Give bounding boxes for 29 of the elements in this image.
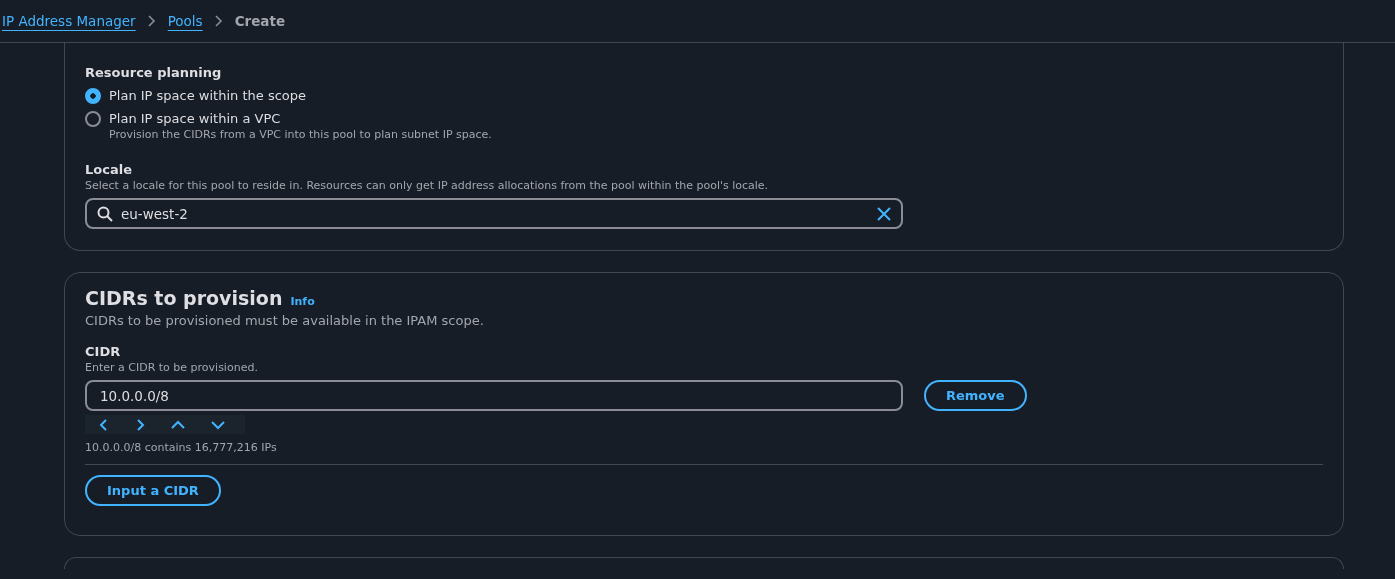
input-cidr-button[interactable]: Input a CIDR: [85, 475, 221, 506]
field-label: Locale: [85, 162, 133, 178]
ip-count-text: 10.0.0.0/8 contains 16,777,216 IPs: [85, 441, 278, 454]
cidr-field[interactable]: 10.0.0.0/8: [85, 380, 903, 411]
chevron-down-icon[interactable]: [211, 419, 225, 430]
field-label: Resource planning: [85, 65, 223, 81]
remove-button[interactable]: Remove: [924, 380, 1027, 411]
search-field[interactable]: eu-west-2: [85, 198, 903, 229]
radio-label[interactable]: Plan IP space within the scope: [109, 87, 307, 104]
section-title: CIDRs to provision: [85, 287, 283, 309]
chevron-left-icon[interactable]: [99, 418, 109, 431]
chevron-up-icon[interactable]: [171, 419, 185, 430]
chevron-right-icon: [214, 15, 223, 27]
option-description: Provision the CIDRs from a VPC into this pool to plan subnet IP space.: [109, 127, 492, 142]
field-description: Enter a CIDR to be provisioned.: [85, 360, 259, 375]
section-description: CIDRs to be provisioned must be available in the IPAM scope.: [85, 313, 485, 328]
breadcrumb-current: Create: [234, 13, 286, 29]
chevron-right-icon[interactable]: [135, 418, 145, 431]
radio-label[interactable]: Plan IP space within a VPC: [109, 110, 281, 127]
clear-icon[interactable]: [877, 206, 891, 221]
search-icon: [97, 205, 113, 222]
breadcrumb-link[interactable]: IP Address Manager: [2, 13, 136, 29]
radio-button[interactable]: [85, 111, 101, 127]
breadcrumb-link[interactable]: Pools: [167, 13, 203, 29]
info-link[interactable]: Info: [290, 295, 315, 308]
radio-button[interactable]: [85, 88, 101, 104]
field-description: Select a locale for this pool to reside in. Resources can only get IP address allocations from the pool within the pool's locale.: [85, 178, 770, 193]
field-label: CIDR: [85, 344, 122, 360]
chevron-right-icon: [147, 15, 156, 27]
